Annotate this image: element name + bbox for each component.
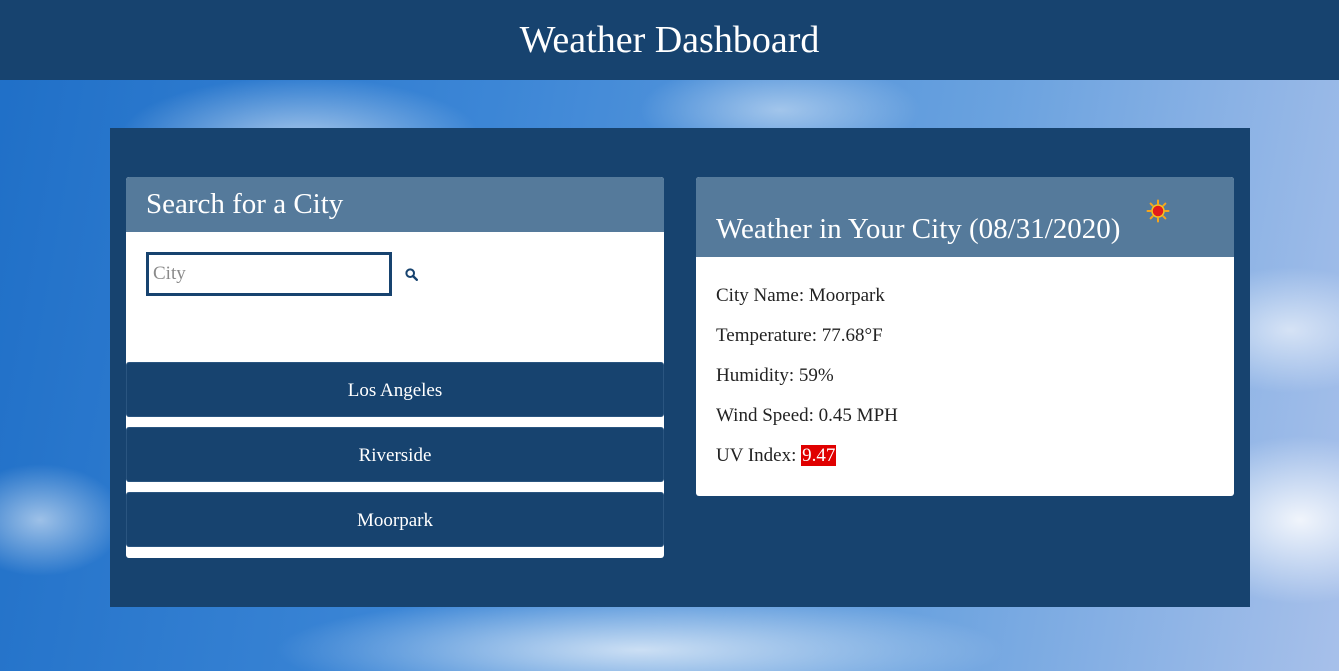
wind-speed-label: Wind Speed: [716,405,814,426]
weather-card-title: Weather in Your City (08/31/2020) [716,213,1121,245]
weather-details: City Name: Moorpark Temperature: 77.68°F… [716,285,898,485]
search-row [146,252,426,296]
history-city-button[interactable]: Riverside [126,427,664,482]
uv-index-row: UV Index: 9.47 [716,445,898,467]
search-icon [404,267,418,281]
page-header: Weather Dashboard [0,0,1339,80]
city-search-input[interactable] [146,252,392,296]
wind-speed-value: 0.45 MPH [818,405,898,426]
city-name-value: Moorpark [808,285,885,306]
city-name-row: City Name: Moorpark [716,285,898,307]
humidity-row: Humidity: 59% [716,365,898,387]
temperature-value: 77.68°F [821,325,883,346]
uv-index-badge: 9.47 [801,445,837,466]
weather-card-header: Weather in Your City (08/31/2020) [696,177,1234,257]
main-panel: Search for a City Los Angeles Riverside … [110,128,1250,607]
search-button[interactable] [396,259,426,289]
humidity-label: Humidity: [716,365,795,386]
page-title: Weather Dashboard [519,19,820,61]
wind-speed-row: Wind Speed: 0.45 MPH [716,405,898,427]
search-card-title: Search for a City [126,177,664,232]
sun-icon [1146,199,1170,223]
search-card: Search for a City Los Angeles Riverside … [126,177,664,558]
history-city-button[interactable]: Los Angeles [126,362,664,417]
city-name-label: City Name: [716,285,805,306]
humidity-value: 59% [798,365,834,386]
uv-index-label: UV Index: [716,445,797,466]
history-city-button[interactable]: Moorpark [126,492,664,547]
temperature-row: Temperature: 77.68°F [716,325,898,347]
temperature-label: Temperature: [716,325,818,346]
weather-card: Weather in Your City (08/31/2020) City N… [696,177,1234,496]
